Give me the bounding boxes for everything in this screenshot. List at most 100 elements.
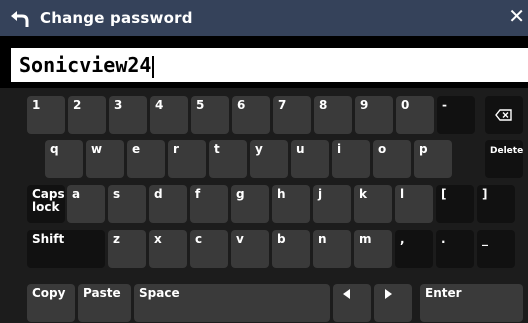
arrow-right-key[interactable] xyxy=(374,284,412,322)
zxcv-key-3-label: v xyxy=(236,232,244,246)
close-icon[interactable]: ✕ xyxy=(508,4,525,28)
numbers-key-0-label: 1 xyxy=(32,98,41,112)
zxcv-key-5[interactable]: n xyxy=(313,230,351,268)
numbers-key-3[interactable]: 4 xyxy=(150,96,188,134)
space-key[interactable]: Space xyxy=(134,284,330,322)
paste-label: Paste xyxy=(83,286,121,300)
numbers-key-1-label: 2 xyxy=(73,98,82,112)
arrow-left-key[interactable] xyxy=(333,284,371,322)
qwerty-key-4[interactable]: t xyxy=(209,140,247,178)
asdf-key-4-label: g xyxy=(236,187,245,201)
zxcv-key-4[interactable]: b xyxy=(272,230,310,268)
enter-label: Enter xyxy=(425,286,462,300)
numbers-key-9[interactable]: 0 xyxy=(396,96,434,134)
numbers-key-10[interactable]: - xyxy=(437,96,475,134)
asdf-key-4[interactable]: g xyxy=(231,185,269,223)
asdf-key-1[interactable]: s xyxy=(108,185,146,223)
asdf-key-10[interactable]: ] xyxy=(477,185,515,223)
qwerty-key-1-label: w xyxy=(91,142,103,156)
qwerty-key-8[interactable]: o xyxy=(373,140,411,178)
zxcv-key-9-label: _ xyxy=(482,232,488,246)
numbers-key-5[interactable]: 6 xyxy=(232,96,270,134)
arrow-right-icon xyxy=(385,289,392,299)
numbers-key-4[interactable]: 5 xyxy=(191,96,229,134)
qwerty-key-2[interactable]: e xyxy=(127,140,165,178)
qwerty-key-3-label: r xyxy=(173,142,179,156)
asdf-key-5[interactable]: h xyxy=(272,185,310,223)
asdf-key-1-label: s xyxy=(113,187,121,201)
qwerty-key-7-label: i xyxy=(337,142,342,156)
asdf-key-8[interactable]: l xyxy=(395,185,433,223)
numbers-key-4-label: 5 xyxy=(196,98,205,112)
qwerty-key-7[interactable]: i xyxy=(332,140,370,178)
qwerty-key-0[interactable]: q xyxy=(45,140,83,178)
asdf-key-7-label: k xyxy=(359,187,367,201)
zxcv-key-2-label: c xyxy=(195,232,203,246)
asdf-key-3-label: f xyxy=(195,187,201,201)
zxcv-key-9[interactable]: _ xyxy=(477,230,515,268)
backspace-icon xyxy=(495,109,512,121)
asdf-key-3[interactable]: f xyxy=(190,185,228,223)
arrow-left-icon xyxy=(343,289,350,299)
text-caret xyxy=(152,55,155,78)
asdf-key-2-label: d xyxy=(154,187,163,201)
asdf-key-2[interactable]: d xyxy=(149,185,187,223)
asdf-key-0-label: a xyxy=(72,187,81,201)
asdf-key-10-label: ] xyxy=(482,187,488,201)
numbers-key-8[interactable]: 9 xyxy=(355,96,393,134)
delete-key[interactable]: Delete xyxy=(485,140,523,178)
shift-key[interactable]: Shift xyxy=(27,230,105,268)
asdf-key-9[interactable]: [ xyxy=(436,185,474,223)
qwerty-key-5[interactable]: y xyxy=(250,140,288,178)
zxcv-key-6[interactable]: m xyxy=(354,230,392,268)
qwerty-key-9-label: p xyxy=(419,142,428,156)
zxcv-key-4-label: b xyxy=(277,232,286,246)
numbers-key-6[interactable]: 7 xyxy=(273,96,311,134)
shift-label: Shift xyxy=(32,232,65,246)
title-bar: Change password ✕ xyxy=(0,0,528,36)
zxcv-key-0[interactable]: z xyxy=(108,230,146,268)
zxcv-key-3[interactable]: v xyxy=(231,230,269,268)
numbers-key-1[interactable]: 2 xyxy=(68,96,106,134)
caps-lock-key[interactable]: Caps lock xyxy=(27,185,65,223)
caps-lock-label: Caps lock xyxy=(32,187,65,214)
space-label: Space xyxy=(139,286,180,300)
zxcv-key-6-label: m xyxy=(359,232,372,246)
numbers-key-7[interactable]: 8 xyxy=(314,96,352,134)
enter-key[interactable]: Enter xyxy=(420,284,523,322)
password-input[interactable]: Sonicview24 xyxy=(11,48,528,82)
asdf-key-7[interactable]: k xyxy=(354,185,392,223)
qwerty-key-8-label: o xyxy=(378,142,387,156)
numbers-key-7-label: 8 xyxy=(319,98,328,112)
qwerty-key-2-label: e xyxy=(132,142,141,156)
qwerty-key-9[interactable]: p xyxy=(414,140,452,178)
qwerty-key-6[interactable]: u xyxy=(291,140,329,178)
back-arrow-icon[interactable] xyxy=(8,6,32,30)
zxcv-key-1[interactable]: x xyxy=(149,230,187,268)
zxcv-key-7-label: , xyxy=(400,232,405,246)
password-value: Sonicview24 xyxy=(19,53,152,77)
copy-key[interactable]: Copy xyxy=(27,284,75,322)
qwerty-key-0-label: q xyxy=(50,142,59,156)
qwerty-key-4-label: t xyxy=(214,142,220,156)
numbers-key-2[interactable]: 3 xyxy=(109,96,147,134)
asdf-key-0[interactable]: a xyxy=(67,185,105,223)
numbers-key-6-label: 7 xyxy=(278,98,287,112)
asdf-key-9-label: [ xyxy=(441,187,447,201)
zxcv-key-2[interactable]: c xyxy=(190,230,228,268)
asdf-key-6-label: j xyxy=(318,187,323,201)
zxcv-key-7[interactable]: , xyxy=(395,230,433,268)
qwerty-key-1[interactable]: w xyxy=(86,140,124,178)
asdf-key-8-label: l xyxy=(400,187,405,201)
zxcv-key-0-label: z xyxy=(113,232,120,246)
backspace-key[interactable] xyxy=(485,96,523,134)
numbers-key-0[interactable]: 1 xyxy=(27,96,65,134)
qwerty-key-3[interactable]: r xyxy=(168,140,206,178)
zxcv-key-8-label: . xyxy=(441,232,446,246)
paste-key[interactable]: Paste xyxy=(78,284,131,322)
asdf-key-6[interactable]: j xyxy=(313,185,351,223)
zxcv-key-5-label: n xyxy=(318,232,327,246)
numbers-key-9-label: 0 xyxy=(401,98,410,112)
qwerty-key-6-label: u xyxy=(296,142,305,156)
zxcv-key-8[interactable]: . xyxy=(436,230,474,268)
